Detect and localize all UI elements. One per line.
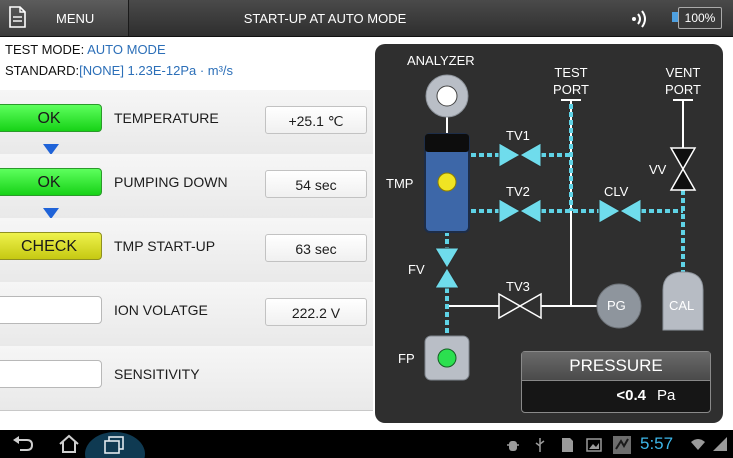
standard-value: [NONE] 1.23E-12Pa · m³/s [79, 63, 234, 78]
row-label: ION VOLATGE [114, 302, 208, 318]
status-indicator[interactable]: CHECK [0, 232, 102, 260]
document-icon [9, 6, 26, 28]
title-bar: MENU START-UP AT AUTO MODE 100% [0, 0, 733, 37]
cal-label: CAL [669, 298, 695, 313]
vent-port-label-line1: VENT [665, 65, 701, 80]
value-field: 63 sec [265, 234, 367, 262]
test-mode-label: TEST MODE: [5, 42, 85, 57]
value-field: 54 sec [265, 170, 367, 198]
pressure-readout: PRESSURE <0.4 Pa [521, 351, 711, 413]
status-indicator[interactable] [0, 296, 102, 324]
pressure-value: <0.4 [616, 387, 646, 404]
test-mode-value: AUTO MODE [87, 42, 166, 57]
standard-line: STANDARD:[NONE] 1.23E-12Pa · m³/s [5, 63, 233, 78]
back-icon[interactable] [12, 436, 34, 452]
image-icon [586, 438, 602, 452]
battery-indicator: 100% [672, 7, 722, 29]
page-title: START-UP AT AUTO MODE [243, 11, 407, 26]
status-indicator[interactable] [0, 360, 102, 388]
tv3-valve [498, 292, 522, 320]
vacuum-diagram-panel: ANALYZER TEST PORT VENT PORT TV1 TV2 CLV… [375, 44, 723, 423]
tv2-label: TV2 [506, 184, 530, 199]
row-label: TEMPERATURE [114, 110, 219, 126]
test-mode-line: TEST MODE: AUTO MODE [5, 42, 166, 57]
status-indicator[interactable]: OK [0, 168, 102, 196]
tmp-label: TMP [386, 176, 414, 191]
row-label: SENSITIVITY [114, 366, 200, 382]
battery-percent: 100% [678, 7, 722, 29]
tv1-valve [498, 142, 522, 168]
analyzer-label: ANALYZER [407, 53, 475, 68]
tv2-valve [498, 198, 522, 224]
clv-valve [598, 198, 622, 224]
signal-strength-icon [713, 437, 727, 451]
test-port-label-line1: TEST [554, 65, 588, 80]
pressure-title: PRESSURE [522, 352, 710, 381]
wifi-icon [691, 439, 705, 450]
fv-valve [434, 247, 460, 269]
sd-card-icon [562, 438, 573, 452]
debug-icon [507, 441, 519, 451]
vent-port-label-line2: PORT [665, 82, 701, 97]
recent-apps-icon[interactable] [84, 430, 146, 458]
row-tmp-start-up: CHECK TMP START-UP 63 sec [0, 218, 373, 283]
standard-label: STANDARD: [5, 63, 80, 78]
usb-icon [535, 438, 545, 452]
pg-label: PG [607, 298, 626, 313]
menu-label: MENU [56, 11, 95, 26]
pressure-unit: Pa [657, 387, 676, 404]
home-icon[interactable] [58, 434, 80, 454]
clv-label: CLV [604, 184, 629, 199]
vv-label: VV [649, 162, 667, 177]
vv-valve [669, 147, 697, 171]
tv3-label: TV3 [506, 279, 530, 294]
wireless-signal-icon [632, 10, 646, 28]
fp-label: FP [398, 351, 415, 366]
menu-button[interactable]: MENU [0, 0, 129, 36]
test-port-label-line2: PORT [553, 82, 589, 97]
clock: 5:57 [640, 434, 674, 453]
status-indicator[interactable]: OK [0, 104, 102, 132]
system-nav-bar [0, 430, 733, 458]
value-field: +25.1 ℃ [265, 106, 367, 134]
value-field: 222.2 V [265, 298, 367, 326]
fv-label: FV [408, 262, 425, 277]
row-ion-voltage: ION VOLATGE 222.2 V [0, 282, 373, 347]
row-label: TMP START-UP [114, 238, 216, 254]
screenshot-icon [613, 436, 631, 454]
row-label: PUMPING DOWN [114, 174, 228, 190]
tv1-label: TV1 [506, 128, 530, 143]
row-sensitivity: SENSITIVITY [0, 346, 373, 411]
